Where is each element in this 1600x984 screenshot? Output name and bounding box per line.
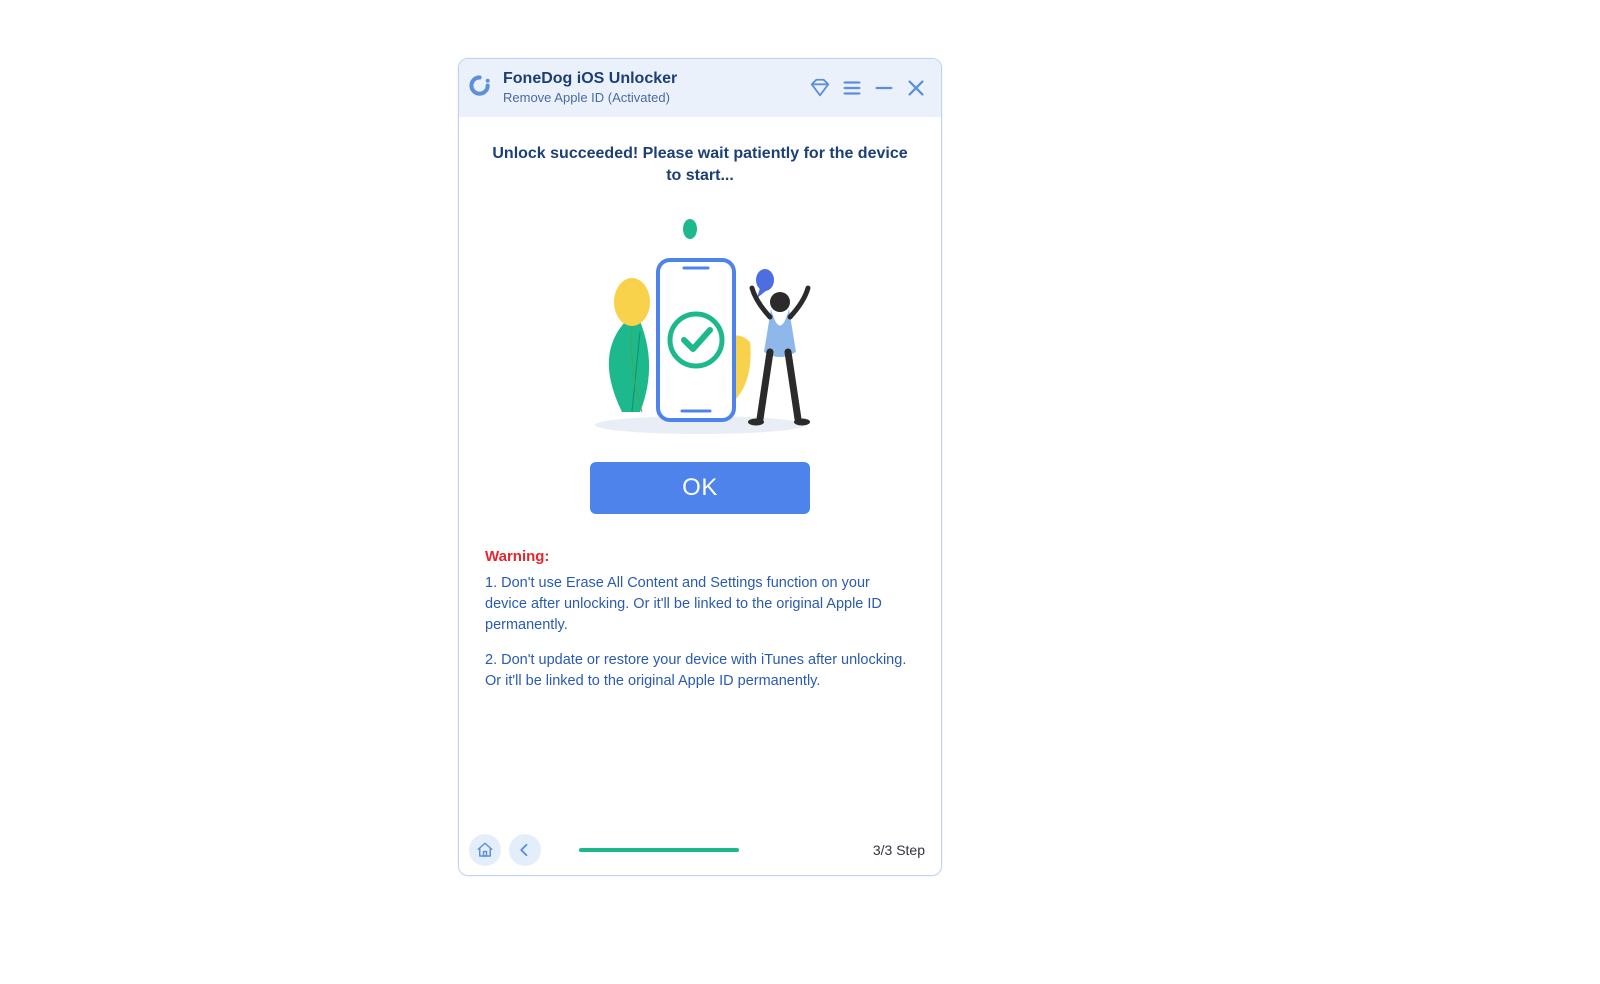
app-logo-icon bbox=[469, 75, 495, 101]
footer-bar: 3/3 Step bbox=[459, 825, 941, 875]
app-subtitle: Remove Apple ID (Activated) bbox=[503, 91, 809, 106]
progress-bar bbox=[579, 848, 855, 852]
titlebar: FoneDog iOS Unlocker Remove Apple ID (Ac… bbox=[459, 59, 941, 117]
diamond-icon[interactable] bbox=[809, 77, 831, 99]
headline-text: Unlock succeeded! Please wait patiently … bbox=[483, 143, 917, 186]
warning-item-1: 1. Don't use Erase All Content and Setti… bbox=[485, 573, 915, 636]
success-illustration bbox=[570, 212, 830, 442]
home-button[interactable] bbox=[469, 834, 501, 866]
app-window: FoneDog iOS Unlocker Remove Apple ID (Ac… bbox=[458, 58, 942, 876]
ok-button[interactable]: OK bbox=[590, 462, 810, 514]
back-button[interactable] bbox=[509, 834, 541, 866]
warning-block: Warning: 1. Don't use Erase All Content … bbox=[483, 548, 917, 692]
content-area: Unlock succeeded! Please wait patiently … bbox=[459, 117, 941, 692]
app-title: FoneDog iOS Unlocker bbox=[503, 70, 809, 88]
minimize-icon[interactable] bbox=[873, 77, 895, 99]
warning-title: Warning: bbox=[485, 548, 915, 565]
title-block: FoneDog iOS Unlocker Remove Apple ID (Ac… bbox=[503, 70, 809, 105]
progress-fill bbox=[579, 848, 739, 852]
close-icon[interactable] bbox=[905, 77, 927, 99]
step-label: 3/3 Step bbox=[873, 842, 925, 858]
warning-item-2: 2. Don't update or restore your device w… bbox=[485, 650, 915, 692]
titlebar-actions bbox=[809, 77, 927, 99]
menu-icon[interactable] bbox=[841, 77, 863, 99]
